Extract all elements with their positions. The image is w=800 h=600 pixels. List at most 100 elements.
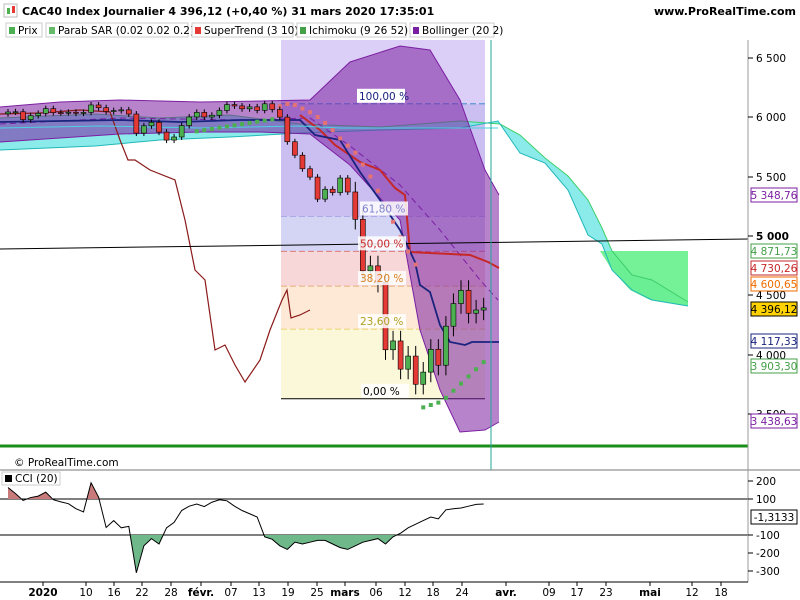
candle-body	[163, 131, 170, 141]
cci-color-icon	[5, 475, 12, 482]
cci-tick-label: 100	[756, 494, 776, 506]
legend-color-icon	[9, 27, 15, 34]
cci-label-text: CCI (20)	[15, 473, 58, 485]
date-tick-label: 06	[369, 587, 383, 599]
price-tag: 3 903,30	[750, 358, 798, 374]
candle-body	[5, 111, 11, 115]
sar-dot	[459, 381, 463, 386]
candle-body	[420, 371, 427, 385]
candle-body	[35, 113, 42, 116]
candle[interactable]	[133, 111, 140, 137]
price-chart[interactable]: CAC40 Index Journalier 4 396,12 (+0,40 %…	[0, 0, 800, 600]
cci-tick-label: 200	[756, 476, 776, 488]
candle-body	[299, 154, 306, 170]
sar-dot	[353, 150, 358, 155]
price-tag-label: 4 396,12	[751, 304, 798, 316]
fib-label: 38,20 %	[358, 271, 406, 286]
candle-body	[201, 112, 208, 118]
candle-body	[269, 103, 276, 110]
price-tag: 5 348,76	[750, 187, 798, 203]
cci-axis: 200 100 -100 -200 -300 -1,3133	[748, 476, 798, 578]
sar-dot	[391, 219, 396, 224]
legend-item[interactable]: SuperTrend (3 10)	[191, 22, 298, 38]
sar-dot	[270, 117, 275, 122]
legend-item[interactable]: Parab SAR (0.02 0.02 0.2)	[45, 22, 194, 38]
candle-body	[473, 309, 479, 314]
sar-dot	[368, 174, 373, 179]
candle-body	[27, 115, 34, 120]
price-tag-label: 4 600,65	[751, 279, 798, 291]
candle-body	[322, 188, 328, 200]
candle[interactable]	[314, 174, 321, 203]
candle-body	[397, 340, 404, 370]
legend-item[interactable]: Ichimoku (9 26 52)	[296, 22, 408, 38]
candle-body	[458, 290, 464, 304]
price-tag: 4 600,65	[750, 276, 798, 292]
candle-body	[284, 116, 291, 143]
sar-dot	[436, 400, 441, 405]
sar-dot	[292, 103, 297, 108]
sar-dot	[194, 129, 199, 134]
date-tick-label: 19	[281, 587, 294, 599]
price-tag: 4 396,12	[750, 301, 798, 317]
candle-body	[88, 104, 94, 113]
sar-dot	[240, 122, 245, 127]
price-tag-label: 3 438,63	[751, 416, 798, 428]
sar-dot	[406, 249, 411, 254]
date-tick-label: 17	[570, 587, 583, 599]
date-tick-label: 12	[685, 587, 698, 599]
candle-body	[178, 125, 185, 138]
candle[interactable]	[292, 138, 298, 159]
candle-body	[480, 307, 487, 311]
sar-dot	[474, 367, 479, 372]
sar-dot	[413, 262, 418, 267]
legend-item[interactable]: Prix	[5, 22, 43, 38]
legend-label: SuperTrend (3 10)	[204, 25, 298, 37]
sar-dot	[323, 120, 328, 125]
candle-body	[443, 325, 449, 366]
fib-label-text: 38,20 %	[360, 273, 403, 285]
legend-color-icon	[413, 27, 419, 34]
legend-item[interactable]: Bollinger (20 2)	[409, 22, 503, 38]
price-tag: 4 730,26	[750, 260, 798, 276]
date-tick-label: 09	[542, 587, 555, 599]
candle[interactable]	[344, 175, 351, 195]
sar-dot	[255, 119, 260, 124]
fib-label-text: 50,00 %	[360, 238, 403, 250]
price-tag: 4 871,73	[750, 243, 798, 259]
candle[interactable]	[284, 114, 291, 145]
sar-dot	[451, 388, 456, 393]
price-tick-label: 6 000	[756, 112, 786, 124]
legend-color-icon	[195, 27, 201, 34]
site-url[interactable]: www.ProRealTime.com	[654, 5, 796, 18]
candle-body	[118, 109, 125, 112]
date-tick-label: 24	[455, 587, 469, 599]
legend-color-icon	[300, 27, 306, 34]
candle-body	[186, 116, 192, 126]
sar-dot	[315, 115, 320, 119]
candle-body	[141, 125, 147, 134]
candle-body	[450, 303, 457, 327]
cci-background	[0, 470, 748, 582]
price-tag-label: 4 871,73	[751, 246, 798, 258]
indicator-legend: Prix Parab SAR (0.02 0.02 0.2) SuperTrend …	[5, 22, 503, 38]
candle-body	[224, 104, 230, 111]
candle-body	[254, 106, 260, 111]
date-tick-label: 22	[135, 587, 148, 599]
main-plot: 100,00 % 61,80 % 50,00 % 38,20 % 23,60 % 0,00…	[0, 40, 749, 470]
candle[interactable]	[337, 175, 344, 196]
cci-tick-label: -100	[756, 530, 780, 542]
candle-body	[65, 111, 72, 114]
date-tick-label: mai	[639, 587, 661, 599]
candle-body	[103, 107, 109, 112]
candle-body	[329, 188, 336, 193]
sar-dot	[443, 395, 448, 400]
legend-label: Bollinger (20 2)	[422, 25, 503, 37]
candle-body	[73, 111, 79, 114]
date-tick-label: 10	[79, 587, 92, 599]
date-tick-label: 13	[252, 587, 265, 599]
candle-body	[435, 348, 442, 366]
sar-dot	[421, 405, 426, 410]
candle[interactable]	[299, 152, 306, 172]
fib-label: 61,80 %	[360, 201, 408, 216]
